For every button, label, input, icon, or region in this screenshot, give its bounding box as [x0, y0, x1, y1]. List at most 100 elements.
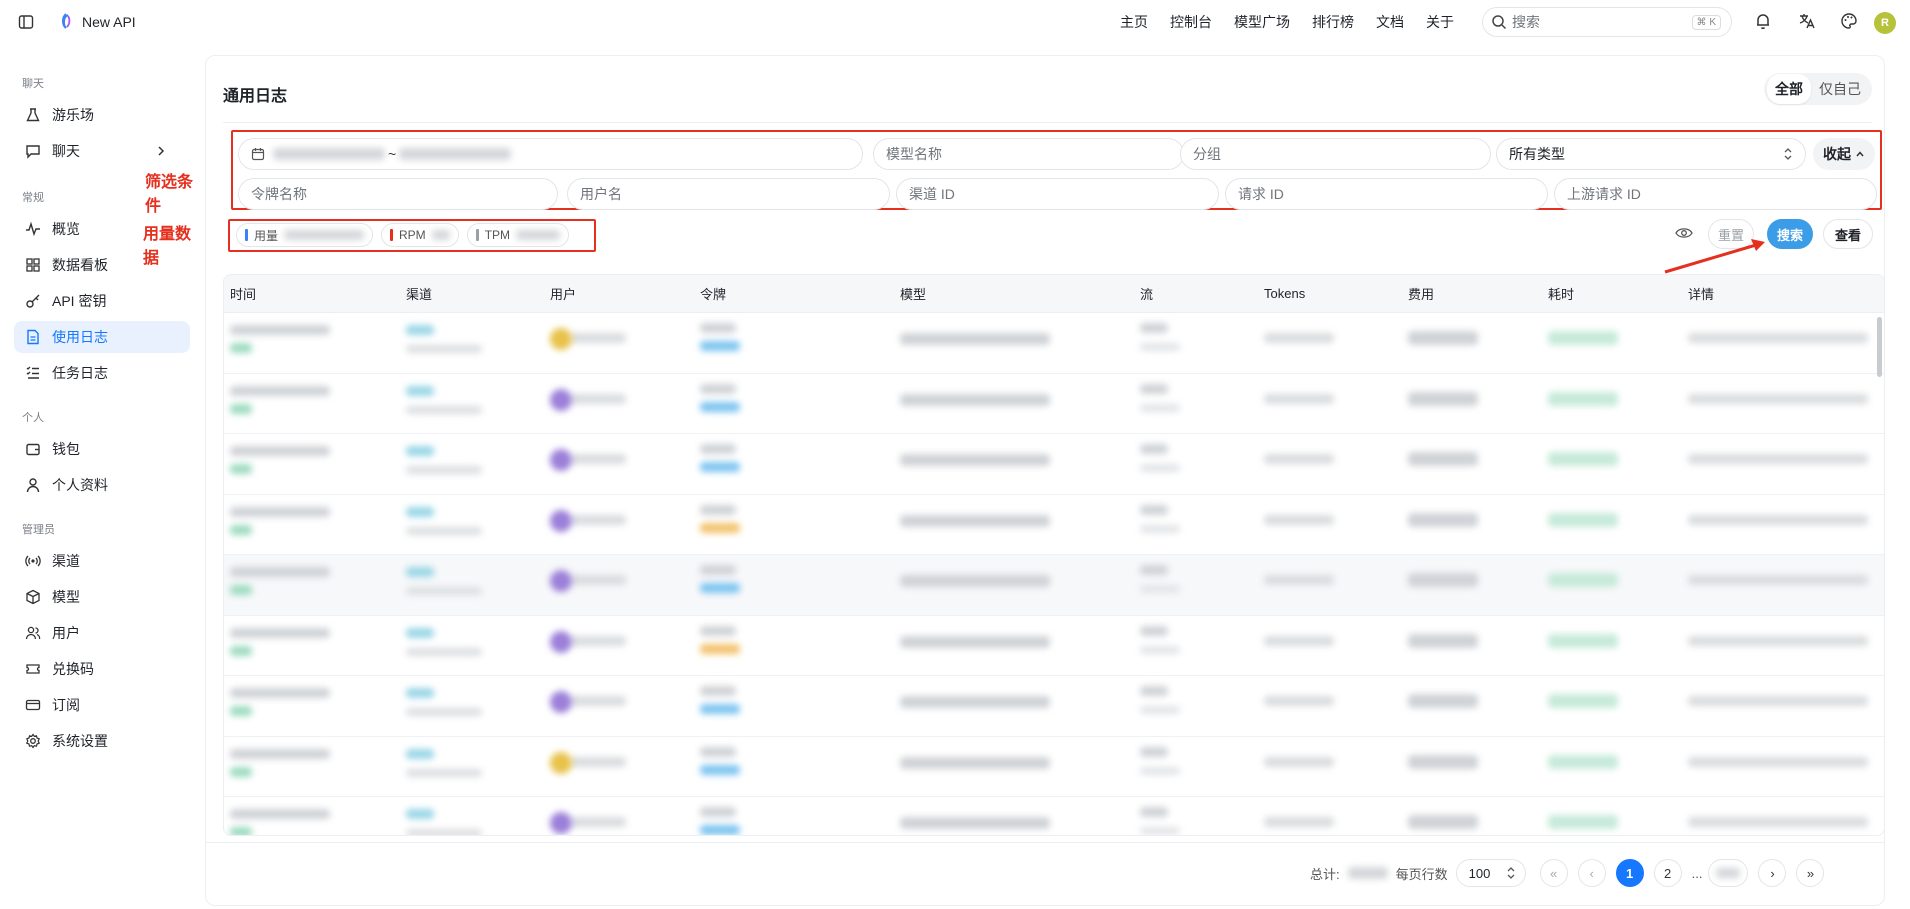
avatar: [550, 388, 572, 411]
cell-tokens: [1264, 575, 1334, 585]
sidebar-item-wallet[interactable]: 钱包: [14, 433, 190, 465]
sidebar-item-subscription[interactable]: 订阅: [14, 689, 190, 721]
pagination: 总计: 每页行数 100 « ‹ 1 2 ... › »: [1310, 858, 1825, 888]
search-button[interactable]: 搜索: [1767, 219, 1813, 249]
nav-docs[interactable]: 文档: [1376, 12, 1404, 32]
cell-time-tag: [230, 343, 252, 353]
scope-toggle: 全部 仅自己: [1764, 73, 1872, 105]
table-row[interactable]: [224, 737, 1884, 797]
group-input[interactable]: 分组: [1180, 138, 1491, 170]
cell-channel: [406, 809, 434, 819]
col-model[interactable]: 模型: [900, 284, 926, 303]
table-row[interactable]: [224, 555, 1884, 616]
date-range-input[interactable]: ~: [238, 138, 863, 170]
translate-icon[interactable]: [1798, 12, 1816, 30]
first-page-button[interactable]: «: [1539, 859, 1568, 887]
cell-model: [900, 575, 1050, 587]
cell-stream-sub: [1140, 403, 1180, 412]
col-user[interactable]: 用户: [550, 284, 576, 303]
channel-id-input[interactable]: 渠道 ID: [896, 178, 1219, 210]
scope-self[interactable]: 仅自己: [1811, 74, 1869, 104]
sidebar-item-label: 使用日志: [52, 329, 108, 345]
chevron-right-icon: [152, 145, 170, 157]
nav-home[interactable]: 主页: [1120, 12, 1148, 32]
col-detail[interactable]: 详情: [1688, 284, 1714, 303]
sidebar-item-settings[interactable]: 系统设置: [14, 725, 190, 757]
cell-time-tag: [230, 585, 252, 595]
col-stream[interactable]: 流: [1140, 284, 1153, 303]
table-row[interactable]: [224, 313, 1884, 374]
type-select[interactable]: 所有类型: [1496, 138, 1806, 170]
table-row[interactable]: [224, 616, 1884, 676]
upstream-request-id-input[interactable]: 上游请求 ID: [1554, 178, 1877, 210]
col-duration[interactable]: 耗时: [1548, 284, 1574, 303]
sidebar-item-redeem[interactable]: 兑换码: [14, 653, 190, 685]
cell-channel: [406, 446, 434, 456]
cell-duration: [1548, 512, 1618, 527]
cell-token: [700, 444, 736, 454]
sidebar-item-channels[interactable]: 渠道: [14, 545, 190, 577]
stat-usage-label: 用量: [254, 228, 279, 243]
table-row[interactable]: [224, 434, 1884, 495]
cell-tokens: [1264, 817, 1334, 827]
app-title[interactable]: New API: [82, 14, 136, 30]
col-time[interactable]: 时间: [230, 284, 256, 303]
sidebar-item-users[interactable]: 用户: [14, 617, 190, 649]
per-page-label: 每页行数: [1395, 866, 1448, 882]
nav-console[interactable]: 控制台: [1170, 12, 1212, 32]
sidebar-item-task-logs[interactable]: 任务日志: [14, 357, 190, 389]
cell-duration: [1548, 633, 1618, 648]
cell-time-tag: [230, 827, 252, 835]
nav-models[interactable]: 模型广场: [1234, 12, 1290, 32]
table-row[interactable]: [224, 374, 1884, 434]
table-row[interactable]: [224, 676, 1884, 737]
nav-ranking[interactable]: 排行榜: [1312, 12, 1354, 32]
search-box[interactable]: 搜索 ⌘ K: [1482, 7, 1732, 37]
col-token[interactable]: 令牌: [700, 284, 726, 303]
table-row[interactable]: [224, 495, 1884, 555]
sidebar-item-api-keys[interactable]: API 密钥: [14, 285, 190, 317]
col-channel[interactable]: 渠道: [406, 284, 432, 303]
cell-duration: [1548, 452, 1618, 466]
sidebar-item-profile[interactable]: 个人资料: [14, 469, 190, 501]
sidebar-toggle-icon[interactable]: [18, 14, 34, 30]
username-input[interactable]: 用户名: [567, 178, 890, 210]
avatar: [550, 630, 572, 653]
page-last-button[interactable]: [1708, 859, 1749, 887]
prev-page-button[interactable]: ‹: [1577, 859, 1606, 887]
token-name-input[interactable]: 令牌名称: [238, 178, 558, 210]
stat-rpm: RPM: [381, 223, 459, 247]
cell-user-name: [570, 756, 626, 767]
palette-icon[interactable]: [1840, 12, 1858, 30]
cell-channel-sub: [406, 405, 482, 414]
cell-duration: [1548, 754, 1618, 769]
request-id-input[interactable]: 请求 ID: [1225, 178, 1548, 210]
sidebar-item-models[interactable]: 模型: [14, 581, 190, 613]
avatar[interactable]: R: [1874, 12, 1896, 34]
sidebar-item-chat[interactable]: 聊天: [14, 135, 190, 167]
cell-stream-sub: [1140, 706, 1180, 714]
sidebar-item-label: 游乐场: [52, 107, 94, 123]
sidebar-item-playground[interactable]: 游乐场: [14, 99, 190, 131]
model-name-input[interactable]: 模型名称: [873, 138, 1184, 170]
page-2-button[interactable]: 2: [1653, 859, 1682, 887]
per-page-select[interactable]: 100: [1455, 859, 1526, 887]
view-button[interactable]: 查看: [1823, 219, 1873, 249]
cell-time: [230, 567, 330, 577]
stat-rpm-value: [431, 230, 450, 240]
cell-model: [900, 635, 1050, 648]
col-cost[interactable]: 费用: [1408, 284, 1434, 303]
nav-about[interactable]: 关于: [1426, 12, 1454, 32]
next-page-button[interactable]: ›: [1758, 859, 1787, 887]
page-1-button[interactable]: 1: [1615, 859, 1644, 887]
scope-all[interactable]: 全部: [1767, 74, 1811, 104]
cell-stream: [1140, 746, 1168, 757]
last-page-button[interactable]: »: [1796, 859, 1825, 887]
table-scrollbar[interactable]: [1877, 317, 1882, 377]
collapse-button[interactable]: 收起: [1813, 138, 1875, 170]
bell-icon[interactable]: [1754, 12, 1772, 30]
table-row[interactable]: [224, 797, 1884, 835]
sidebar-item-usage-logs[interactable]: 使用日志: [14, 321, 190, 353]
col-tokens[interactable]: Tokens: [1264, 286, 1305, 301]
annotation-arrow: [1664, 239, 1765, 274]
